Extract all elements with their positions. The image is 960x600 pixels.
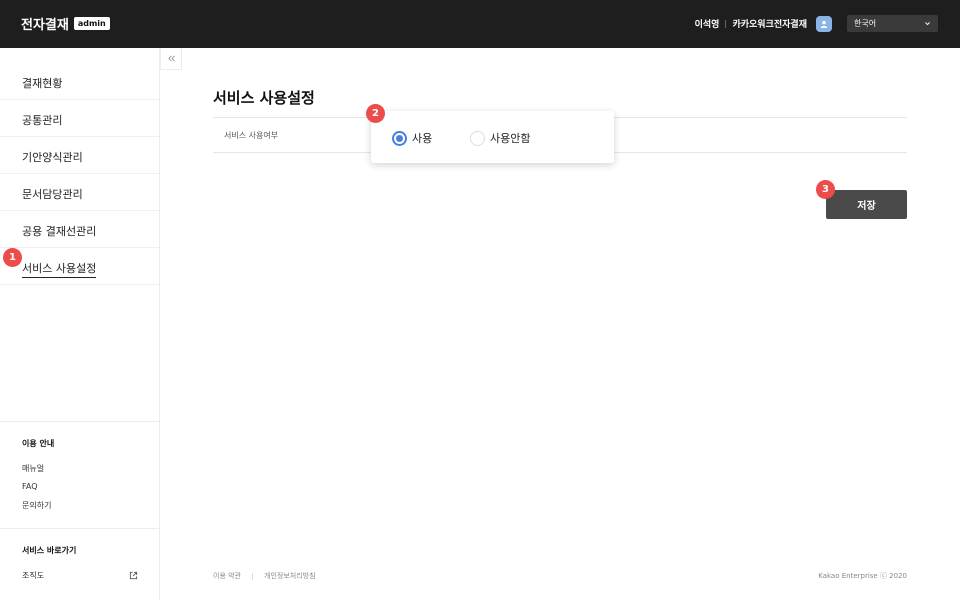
radio-not-use[interactable]: 사용안함 bbox=[470, 130, 530, 146]
admin-badge: admin bbox=[73, 17, 110, 30]
sidebar-item-label: 공용 결재선관리 bbox=[22, 225, 97, 238]
sidebar-item-shared-approval-line[interactable]: 공용 결재선관리 bbox=[0, 211, 159, 248]
sidebar-item-label: 결재현황 bbox=[22, 77, 63, 90]
sidebar-item-approval-status[interactable]: 결재현황 bbox=[0, 63, 159, 100]
user-area: 이석영 카카오워크전자결재 한국어 bbox=[695, 15, 938, 32]
sidebar-item-label: 서비스 사용설정 bbox=[22, 260, 97, 278]
header-separator bbox=[725, 19, 727, 28]
step-badge-1: 1 bbox=[3, 248, 22, 267]
sidebar-collapse-button[interactable] bbox=[160, 48, 182, 70]
radio-not-use-label: 사용안함 bbox=[490, 132, 531, 145]
step-badge-3: 3 bbox=[816, 180, 835, 199]
org-name[interactable]: 카카오워크전자결재 bbox=[732, 17, 807, 30]
sidebar-item-label: 공통관리 bbox=[22, 114, 63, 127]
privacy-link[interactable]: 개인정보처리방침 bbox=[264, 571, 316, 581]
guide-heading: 이용 안내 bbox=[22, 439, 55, 448]
user-icon bbox=[820, 20, 828, 28]
sidebar-divider bbox=[0, 528, 159, 529]
inquiry-link[interactable]: 문의하기 bbox=[22, 500, 51, 511]
app-title: 전자결재 bbox=[21, 18, 69, 33]
step-badge-2: 2 bbox=[366, 104, 385, 123]
radio-use-indicator[interactable] bbox=[392, 130, 407, 146]
sidebar-item-label: 문서담당관리 bbox=[22, 188, 83, 201]
avatar[interactable] bbox=[816, 15, 832, 32]
chevron-down-icon bbox=[925, 22, 930, 26]
sidebar-item-common-management[interactable]: 공통관리 bbox=[0, 100, 159, 137]
language-select[interactable]: 한국어 bbox=[847, 15, 938, 32]
sidebar-item-form-management[interactable]: 기안양식관리 bbox=[0, 137, 159, 174]
footer-links: 이용 약관 개인정보처리방침 bbox=[213, 571, 316, 581]
external-link-icon[interactable] bbox=[129, 571, 138, 580]
sidebar: 결재현황 공통관리 기안양식관리 문서담당관리 공용 결재선관리 서비스 사용설… bbox=[0, 48, 160, 600]
copyright: Kakao Enterprise ⓒ 2020 bbox=[818, 572, 907, 580]
chevron-double-left-icon bbox=[167, 55, 175, 62]
sidebar-item-service-settings[interactable]: 서비스 사용설정 bbox=[0, 248, 159, 285]
service-usage-label: 서비스 사용여부 bbox=[224, 131, 279, 140]
top-bar: 전자결재 admin 이석영 카카오워크전자결재 한국어 bbox=[0, 0, 960, 48]
radio-use-label: 사용 bbox=[412, 132, 433, 145]
radio-not-use-indicator[interactable] bbox=[470, 130, 485, 146]
faq-link[interactable]: FAQ bbox=[22, 482, 38, 491]
sidebar-divider bbox=[0, 421, 159, 422]
manual-link[interactable]: 매뉴얼 bbox=[22, 463, 44, 474]
brand[interactable]: 전자결재 admin bbox=[21, 14, 110, 33]
terms-link[interactable]: 이용 약관 bbox=[213, 571, 241, 581]
page-title: 서비스 사용설정 bbox=[213, 89, 315, 107]
shortcut-heading: 서비스 바로가기 bbox=[22, 546, 77, 555]
sidebar-item-document-manager[interactable]: 문서담당관리 bbox=[0, 174, 159, 211]
save-button[interactable]: 저장 bbox=[826, 190, 907, 219]
footer-separator bbox=[252, 572, 253, 580]
radio-use[interactable]: 사용 bbox=[392, 130, 432, 146]
usage-option-popover: 사용 사용안함 bbox=[371, 111, 614, 163]
org-chart-link[interactable]: 조직도 bbox=[22, 570, 44, 581]
user-name[interactable]: 이석영 bbox=[695, 17, 720, 30]
language-label: 한국어 bbox=[854, 19, 877, 28]
sidebar-item-label: 기안양식관리 bbox=[22, 151, 83, 164]
